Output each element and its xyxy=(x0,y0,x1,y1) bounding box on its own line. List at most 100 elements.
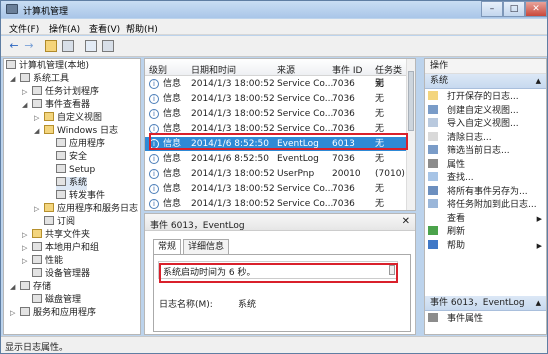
column-header-event-id[interactable]: 事件 ID xyxy=(332,63,362,76)
table-row[interactable]: i 信息 2014/1/3 18:00:52 Service Co... 7036 无 xyxy=(145,182,407,196)
tree-item-setup-log[interactable]: Setup xyxy=(56,164,95,177)
tree-item-security-log[interactable]: 安全 xyxy=(56,151,87,164)
tree-item-storage[interactable]: ◢ 存储 xyxy=(10,281,51,294)
expand-arrow-icon[interactable]: ▷ xyxy=(22,229,30,242)
info-icon: i xyxy=(149,169,159,179)
tree-item-label: 设备管理器 xyxy=(45,269,91,279)
actions-section-event[interactable]: 事件 6013，EventLog ▲ xyxy=(425,296,546,311)
minimize-button[interactable]: – xyxy=(481,1,503,17)
actions-pane: 操作 系统 ▲ 打开保存的日志... 创建自定义视图... 导入自定义视图... 清除日… xyxy=(424,58,547,335)
attach-task-icon xyxy=(428,199,438,208)
collapse-arrow-icon[interactable]: ◢ xyxy=(34,125,42,138)
cell-level: 信息 xyxy=(163,109,182,119)
action-item[interactable]: 导入自定义视图... xyxy=(428,118,546,130)
title-bar[interactable]: 计算机管理 – □ ✕ xyxy=(1,1,547,18)
expand-arrow-icon[interactable]: ▷ xyxy=(22,86,30,99)
event-properties-icon xyxy=(428,313,438,322)
tree-item-disk-management[interactable]: 磁盘管理 xyxy=(32,294,81,307)
table-row[interactable]: i 信息 2014/1/3 18:00:52 UserPnp 20010 (7010) xyxy=(145,167,407,181)
action-item[interactable]: 刷新 xyxy=(428,226,546,238)
cell-source: Service Co... xyxy=(277,199,334,209)
action-item[interactable]: 创建自定义视图... xyxy=(428,104,546,117)
event-viewer-icon xyxy=(32,99,42,108)
expand-arrow-icon[interactable]: ▷ xyxy=(34,112,42,125)
tab-general[interactable]: 常规 xyxy=(153,239,182,255)
back-button[interactable]: ← xyxy=(7,39,21,53)
action-item[interactable]: 属性 xyxy=(428,158,546,171)
collapse-arrow-icon[interactable]: ◢ xyxy=(22,99,30,112)
table-row[interactable]: i 信息 2014/1/6 8:52:50 EventLog 7036 无 xyxy=(145,152,407,166)
table-row[interactable]: i 信息 2014/1/3 18:00:52 Service Co... 7036 无 xyxy=(145,197,407,210)
close-button[interactable]: ✕ xyxy=(525,1,547,17)
toolbar: ← → xyxy=(1,36,547,57)
tree-item-services-applications[interactable]: ▷ 服务和应用程序 xyxy=(10,307,96,320)
tree-item-label: 订阅 xyxy=(57,217,76,227)
close-icon[interactable]: ✕ xyxy=(402,216,410,227)
actions-section-system[interactable]: 系统 ▲ xyxy=(425,74,546,89)
action-item[interactable]: 将所有事件另存为... xyxy=(428,185,546,198)
column-header-level[interactable]: 级别 xyxy=(149,63,167,76)
tree-item-label: 事件查看器 xyxy=(45,100,91,110)
open-log-icon xyxy=(428,91,438,100)
action-item[interactable]: 筛选当前日志... xyxy=(428,145,546,157)
tree-item-shared-folders[interactable]: ▷ 共享文件夹 xyxy=(22,229,90,242)
tree-item-application-log[interactable]: 应用程序 xyxy=(56,138,105,151)
column-header-datetime[interactable]: 日期和时间 xyxy=(191,63,236,76)
table-row[interactable]: i 信息 2014/1/3 18:00:52 Service Co... 7036 无 xyxy=(145,77,407,91)
cell-datetime: 2014/1/3 18:00:52 xyxy=(191,169,275,179)
collapse-arrow-icon[interactable]: ◢ xyxy=(10,281,18,294)
menu-file[interactable]: 文件(F) xyxy=(9,22,39,35)
action-item[interactable]: 打开保存的日志... xyxy=(428,91,546,103)
menu-help[interactable]: 帮助(H) xyxy=(126,22,158,35)
show-hide-tree-icon[interactable] xyxy=(62,40,74,52)
tree-item-event-viewer[interactable]: ◢ 事件查看器 xyxy=(22,99,90,112)
expand-arrow-icon[interactable]: ▷ xyxy=(10,307,18,320)
action-item[interactable]: 查看 ▶ xyxy=(428,213,546,225)
action-label: 帮助 xyxy=(447,240,466,251)
expand-arrow-icon[interactable]: ▷ xyxy=(22,255,30,268)
show-hide-action-pane-icon[interactable] xyxy=(102,40,114,52)
tools-icon xyxy=(20,73,30,82)
tree-item-label: 存储 xyxy=(33,282,52,292)
tree-item-system-log[interactable]: 系统 xyxy=(56,177,88,190)
column-header-source[interactable]: 来源 xyxy=(277,63,295,76)
tree-item-performance[interactable]: ▷ 性能 xyxy=(22,255,63,268)
forward-button[interactable]: → xyxy=(22,39,36,53)
maximize-button[interactable]: □ xyxy=(503,1,525,17)
tree-item-subscriptions[interactable]: 订阅 xyxy=(44,216,75,229)
tree-item-app-service-logs[interactable]: ▷ 应用程序和服务日志 xyxy=(34,203,138,216)
cell-category: 无 xyxy=(375,109,385,119)
action-item[interactable]: 清除日志... xyxy=(428,131,546,144)
help-book-icon[interactable] xyxy=(85,40,97,52)
tree-item-device-manager[interactable]: 设备管理器 xyxy=(32,268,90,281)
menu-view[interactable]: 查看(V) xyxy=(89,22,120,35)
scrollbar-thumb[interactable] xyxy=(408,71,414,131)
action-item[interactable]: 查找... xyxy=(428,172,546,184)
action-item[interactable]: 帮助 ▶ xyxy=(428,239,546,252)
table-row[interactable]: i 信息 2014/1/3 18:00:52 Service Co... 7036 无 xyxy=(145,107,407,121)
expand-arrow-icon[interactable]: ▷ xyxy=(34,203,42,216)
tree-item-local-users-groups[interactable]: ▷ 本地用户和组 xyxy=(22,242,99,255)
tree-item-custom-views[interactable]: ▷ 自定义视图 xyxy=(34,112,102,125)
tree-item-windows-logs[interactable]: ◢ Windows 日志 xyxy=(34,125,118,138)
tree-item-system-tools[interactable]: ◢ 系统工具 xyxy=(10,73,69,86)
cell-datetime: 2014/1/3 18:00:52 xyxy=(191,199,275,209)
table-row[interactable]: i 信息 2014/1/3 18:00:52 Service Co... 7036 无 xyxy=(145,92,407,106)
action-item[interactable]: 将任务附加到此日志... xyxy=(428,199,546,211)
clear-icon xyxy=(428,131,438,141)
tab-details[interactable]: 详细信息 xyxy=(183,239,230,254)
collapse-arrow-icon[interactable]: ▲ xyxy=(536,74,541,89)
info-icon: i xyxy=(149,109,159,119)
collapse-arrow-icon[interactable]: ▲ xyxy=(536,296,541,311)
log-icon xyxy=(56,177,66,186)
expand-arrow-icon[interactable]: ▷ xyxy=(22,242,30,255)
tree-item-computer-management[interactable]: 计算机管理(本地) xyxy=(6,60,89,73)
tree-item-forwarded-events[interactable]: 转发事件 xyxy=(56,190,105,203)
up-folder-icon[interactable] xyxy=(45,40,57,52)
tree-item-task-scheduler[interactable]: ▷ 任务计划程序 xyxy=(22,86,99,99)
action-item[interactable]: 事件属性 xyxy=(428,313,546,325)
menu-action[interactable]: 操作(A) xyxy=(49,22,80,35)
collapse-arrow-icon[interactable]: ◢ xyxy=(10,73,18,86)
menu-bar: 文件(F) 操作(A) 查看(V) 帮助(H) xyxy=(1,19,547,35)
cell-source: Service Co... xyxy=(277,184,334,194)
